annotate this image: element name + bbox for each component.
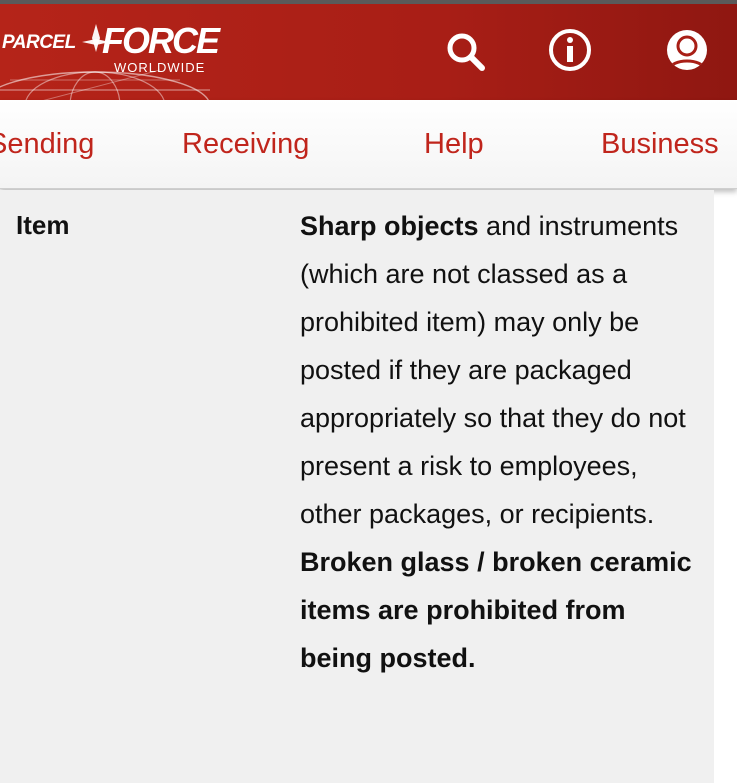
description-body: and instruments (which are not classed a… <box>300 211 686 529</box>
item-description: Sharp objects and instruments (which are… <box>300 202 700 682</box>
nav-item-sending[interactable]: Sending <box>0 128 94 161</box>
logo-text-force: FORCE <box>102 20 220 61</box>
nav-item-business[interactable]: Business <box>601 128 719 161</box>
main-nav: Sending Receiving Help Business <box>0 100 737 189</box>
logo-text-parcel: PARCEL <box>2 32 76 53</box>
logo-text-worldwide: WORLDWIDE <box>114 60 206 75</box>
description-lead: Sharp objects <box>300 211 479 241</box>
info-icon[interactable] <box>546 28 594 76</box>
parcelforce-logo[interactable]: PARCEL FORCE WORLDWIDE <box>0 10 230 100</box>
account-icon[interactable] <box>663 28 711 76</box>
header-bar: PARCEL FORCE WORLDWIDE <box>0 0 737 100</box>
search-icon[interactable] <box>442 28 490 76</box>
nav-item-receiving[interactable]: Receiving <box>182 128 309 161</box>
row-label-item: Item <box>16 210 70 240</box>
nav-item-help[interactable]: Help <box>424 128 484 161</box>
item-table-row: Item Sharp objects and instruments (whic… <box>0 190 714 783</box>
description-warning: Broken glass / broken ceramic items are … <box>300 547 692 673</box>
